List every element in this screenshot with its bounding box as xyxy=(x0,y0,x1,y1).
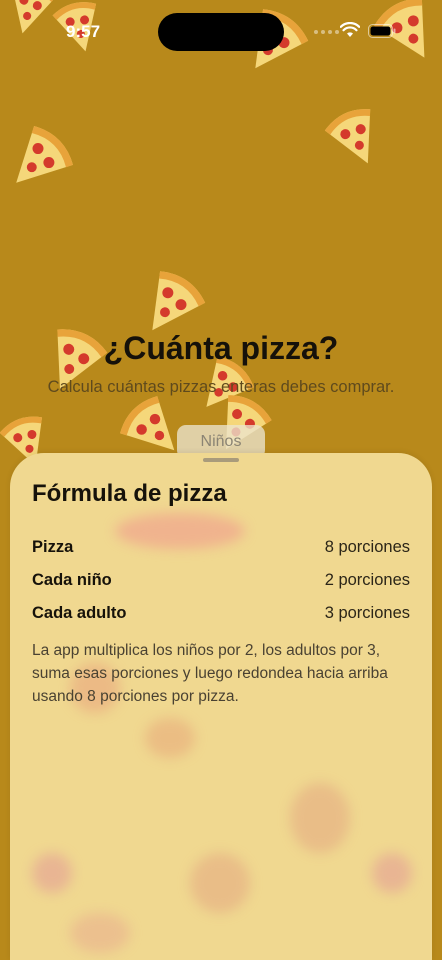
cellular-signal-icon xyxy=(314,30,339,34)
formula-list: Pizza 8 porciones Cada niño 2 porciones … xyxy=(32,531,410,630)
dynamic-island xyxy=(158,13,284,51)
formula-row-value: 3 porciones xyxy=(324,604,410,622)
blurred-shape xyxy=(290,783,350,853)
formula-explanation: La app multiplica los niños por 2, los a… xyxy=(32,642,388,705)
formula-row-label: Cada adulto xyxy=(32,604,127,622)
battery-icon xyxy=(368,24,396,38)
formula-row-child: Cada niño 2 porciones xyxy=(32,564,410,597)
blurred-shape xyxy=(190,853,250,913)
blurred-shape xyxy=(145,718,195,758)
formula-row-value: 8 porciones xyxy=(324,538,410,556)
formula-row-value: 2 porciones xyxy=(324,571,410,589)
page-title: ¿Cuánta pizza? xyxy=(103,330,339,366)
pizza-slice-icon xyxy=(16,125,74,183)
blurred-shape xyxy=(32,853,72,893)
blurred-shape xyxy=(372,853,412,893)
blurred-shape xyxy=(70,913,130,953)
pizza-slice-icon xyxy=(374,0,425,58)
formula-row-pizza: Pizza 8 porciones xyxy=(32,531,410,564)
formula-row-adult: Cada adulto 3 porciones xyxy=(32,597,410,630)
sheet-title: Fórmula de pizza xyxy=(32,480,227,507)
wifi-icon xyxy=(340,22,360,37)
page-subtitle: Calcula cuántas pizzas enteras debes com… xyxy=(47,378,395,396)
pizza-slice-icon xyxy=(324,109,371,164)
formula-sheet[interactable]: Fórmula de pizza Pizza 8 porciones Cada … xyxy=(10,453,432,960)
sheet-grabber[interactable] xyxy=(203,458,239,462)
formula-row-label: Pizza xyxy=(32,538,74,556)
formula-row-label: Cada niño xyxy=(32,571,112,589)
status-time: 9:57 xyxy=(66,22,101,41)
